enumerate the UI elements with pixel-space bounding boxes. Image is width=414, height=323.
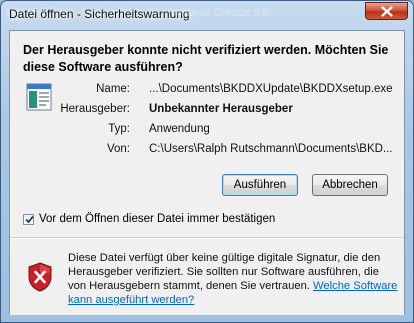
detail-label: Typ: [108, 123, 130, 135]
detail-value: C:\Users\Ralph Rutschmann\Documents\BKD.… [149, 143, 393, 155]
run-button[interactable]: Ausführen [222, 174, 298, 196]
always-confirm-label: Vor dem Öffnen dieser Datei immer bestät… [39, 213, 276, 225]
always-confirm-option[interactable]: Vor dem Öffnen dieser Datei immer bestät… [23, 211, 275, 227]
title-bar[interactable]: Datei öffnen - Sicherheitswarnung Websit… [1, 1, 413, 28]
detail-value: Unbekannter Herausgeber [149, 103, 293, 115]
detail-label: Herausgeber: [60, 103, 130, 115]
detail-value: Anwendung [149, 123, 210, 135]
dialog-window: Datei öffnen - Sicherheitswarnung Websit… [0, 0, 414, 323]
close-icon [380, 5, 393, 17]
security-footer: Diese Datei verfügt über keine gültige d… [10, 239, 404, 315]
close-button[interactable] [365, 2, 408, 20]
background-window-title: Website Creator 5.6 [171, 7, 269, 19]
detail-value: ...\Documents\BKDDXUpdate\BKDDXsetup.exe [149, 83, 393, 95]
detail-label: Von: [106, 143, 130, 155]
cancel-button[interactable]: Abbrechen [312, 174, 388, 196]
detail-label: Name: [96, 83, 130, 95]
window-title: Datei öffnen - Sicherheitswarnung [9, 7, 190, 21]
security-warning-text: Diese Datei verfügt über keine gültige d… [68, 251, 398, 307]
dialog-content: Der Herausgeber konnte nicht verifiziert… [9, 30, 405, 315]
checkmark-icon [25, 215, 34, 223]
security-shield-error-icon [28, 262, 52, 292]
always-confirm-checkbox[interactable] [23, 213, 34, 225]
warning-question: Der Herausgeber konnte nicht verifiziert… [23, 43, 389, 74]
